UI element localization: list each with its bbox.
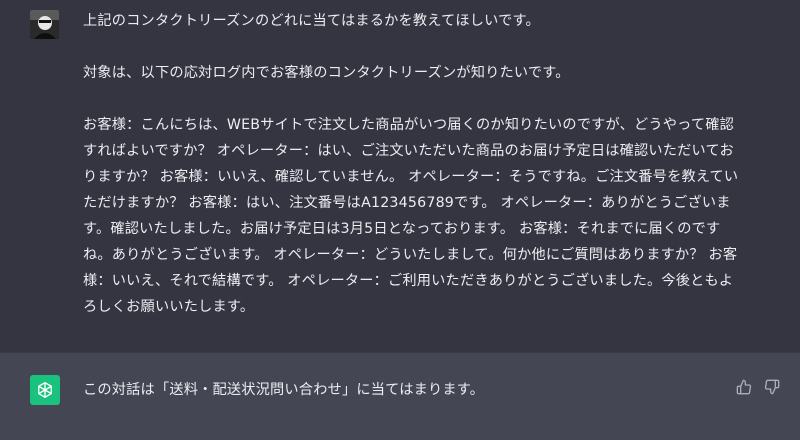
thumbs-down-icon[interactable]: [764, 379, 780, 395]
user-message-paragraph: お客様：こんにちは、WEBサイトで注文した商品がいつ届くのか知りたいのですが、ど…: [83, 117, 739, 315]
assistant-message: この対話は「送料・配送状況問い合わせ」に当てはまります。: [0, 352, 800, 440]
user-message-paragraph: 対象は、以下の応対ログ内でお客様のコンタクトリーズンが知りたいです。: [83, 65, 570, 81]
user-message-paragraph: 上記のコンタクトリーズンのどれに当てはまるかを教えてほしいです。: [83, 13, 540, 29]
feedback-buttons: [736, 379, 780, 395]
assistant-message-text: この対話は「送料・配送状況問い合わせ」に当てはまります。: [83, 382, 485, 398]
user-avatar: [30, 10, 59, 39]
user-message: 上記のコンタクトリーズンのどれに当てはまるかを教えてほしいです。 対象は、以下の…: [0, 0, 800, 352]
thumbs-up-icon[interactable]: [736, 379, 752, 395]
user-message-text: 上記のコンタクトリーズンのどれに当てはまるかを教えてほしいです。 対象は、以下の…: [83, 8, 743, 320]
chatgpt-logo-icon: [30, 375, 60, 405]
